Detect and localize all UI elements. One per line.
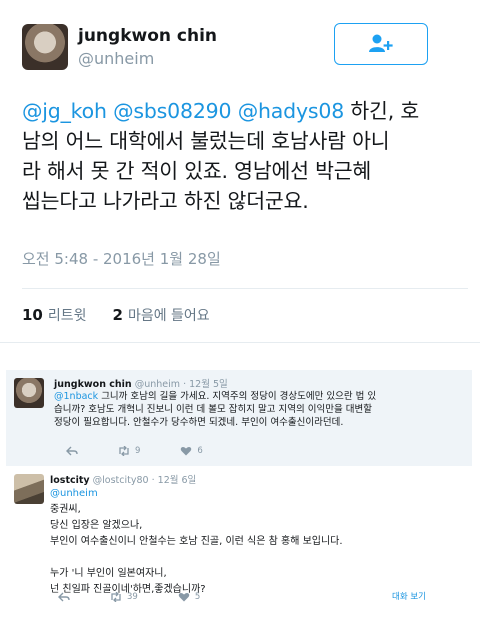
tweet-thread: jungkwon chin @unheim · 12월 5일 @1nback 그… <box>0 370 480 620</box>
tweet-text-part: 라 해서 못 간 적이 있죠. 영남에선 박근혜 <box>22 159 372 183</box>
tweet-header: lostcity @lostcity80 · 12월 6일 <box>50 472 196 486</box>
retweets-stat[interactable]: 10 리트윗 <box>22 305 87 325</box>
follow-user-icon <box>369 34 393 52</box>
avatar[interactable] <box>14 474 44 504</box>
thread-tweet[interactable]: lostcity @lostcity80 · 12월 6일 @unheim 중권… <box>6 466 472 614</box>
reply-button[interactable] <box>58 592 70 602</box>
author-handle[interactable]: @unheim <box>78 49 154 68</box>
retweet-icon <box>119 446 129 456</box>
reply-button[interactable] <box>66 446 78 456</box>
main-tweet-card: jungkwon chin @unheim @jg_koh @sbs08290 … <box>0 0 480 343</box>
retweets-label: 리트윗 <box>47 308 87 324</box>
tweet-text-part: 부인이 여수출신이니 안철수는 호남 진골, 이런 식은 참 홍해 보입니다. <box>50 536 343 547</box>
author-name[interactable]: jungkwon chin <box>54 379 132 390</box>
reply-icon <box>58 592 70 602</box>
likes-label: 마음에 들어요 <box>127 308 210 324</box>
tweet-text-part: 하긴, 호 <box>350 99 420 123</box>
tweet-text-part: 당신 입장은 알겠으나, <box>50 520 143 531</box>
like-button[interactable]: 6 <box>180 446 203 456</box>
tweet-text-part: 씹는다고 나가라고 하진 않더군요. <box>22 189 309 213</box>
author-name[interactable]: lostcity <box>50 475 90 486</box>
tweet-date[interactable]: · 12월 5일 <box>183 379 228 390</box>
tweet-text-part: 남의 어느 대학에서 불렀는데 호남사람 아니 <box>22 129 390 153</box>
avatar[interactable] <box>22 24 68 70</box>
avatar[interactable] <box>14 378 44 408</box>
likes-count: 2 <box>112 306 123 324</box>
retweet-icon <box>111 592 121 602</box>
tweet-text: @1nback 그니까 호남의 길을 가세요. 지역주의 정당이 경상도에만 있… <box>54 390 464 429</box>
mention-link[interactable]: @unheim <box>50 488 98 499</box>
mention-link[interactable]: @jg_koh <box>22 99 107 123</box>
tweet-text: @jg_koh @sbs08290 @hadys08 하긴, 호 남의 어느 대… <box>22 96 462 216</box>
thread-tweet[interactable]: jungkwon chin @unheim · 12월 5일 @1nback 그… <box>6 370 472 466</box>
tweet-text: @unheim 중권씨, 당신 입장은 알겠으나, 부인이 여수출신이니 안철수… <box>50 486 468 598</box>
view-conversation-link[interactable]: 대화 보기 <box>392 590 426 602</box>
like-button[interactable]: 5 <box>178 592 200 602</box>
tweet-timestamp[interactable]: 오전 5:48 - 2016년 1월 28일 <box>22 248 221 269</box>
retweet-count: 39 <box>127 592 138 602</box>
divider <box>0 342 480 343</box>
mention-link[interactable]: @sbs08290 <box>113 99 231 123</box>
tweet-actions: 39 5 <box>58 592 200 602</box>
tweet-date[interactable]: · 12월 6일 <box>152 475 197 486</box>
tweet-text-part: 그니까 호남의 길을 가세요. 지역주의 정당이 경상도에만 있으란 법 있 <box>101 391 377 402</box>
heart-icon <box>181 446 192 456</box>
retweet-count: 9 <box>135 446 141 456</box>
divider <box>22 288 468 289</box>
retweet-button[interactable]: 9 <box>118 446 140 456</box>
tweet-text-part: 습니까? 호남도 개혁니 진보니 이런 데 볼모 잡히지 말고 지역의 이익만을… <box>54 404 372 415</box>
retweet-button[interactable]: 39 <box>110 592 138 602</box>
tweet-text-part: 중권씨, <box>50 504 81 515</box>
retweets-count: 10 <box>22 306 43 324</box>
tweet-actions: 9 6 <box>66 446 203 456</box>
mention-link[interactable]: @1nback <box>54 391 98 402</box>
tweet-header: jungkwon chin @unheim · 12월 5일 <box>54 376 228 390</box>
like-count: 5 <box>194 592 201 602</box>
tweet-stats: 10 리트윗 2 마음에 들어요 <box>22 305 210 325</box>
mention-link[interactable]: @hadys08 <box>238 99 345 123</box>
author-handle[interactable]: @unheim <box>135 379 180 390</box>
reply-icon <box>66 446 78 456</box>
tweet-text-part: 누가 '니 부인이 일본여자니, <box>50 568 167 579</box>
author-name[interactable]: jungkwon chin <box>78 26 217 46</box>
author-handle[interactable]: @lostcity80 <box>93 475 149 486</box>
tweet-text-part: 정당이 필요합니다. 안철수가 당수하면 되겠네. 부인이 여수출신이라던데. <box>54 417 344 428</box>
heart-icon <box>178 592 190 602</box>
follow-button[interactable] <box>334 23 428 65</box>
like-count: 6 <box>197 446 203 456</box>
likes-stat[interactable]: 2 마음에 들어요 <box>113 305 210 325</box>
